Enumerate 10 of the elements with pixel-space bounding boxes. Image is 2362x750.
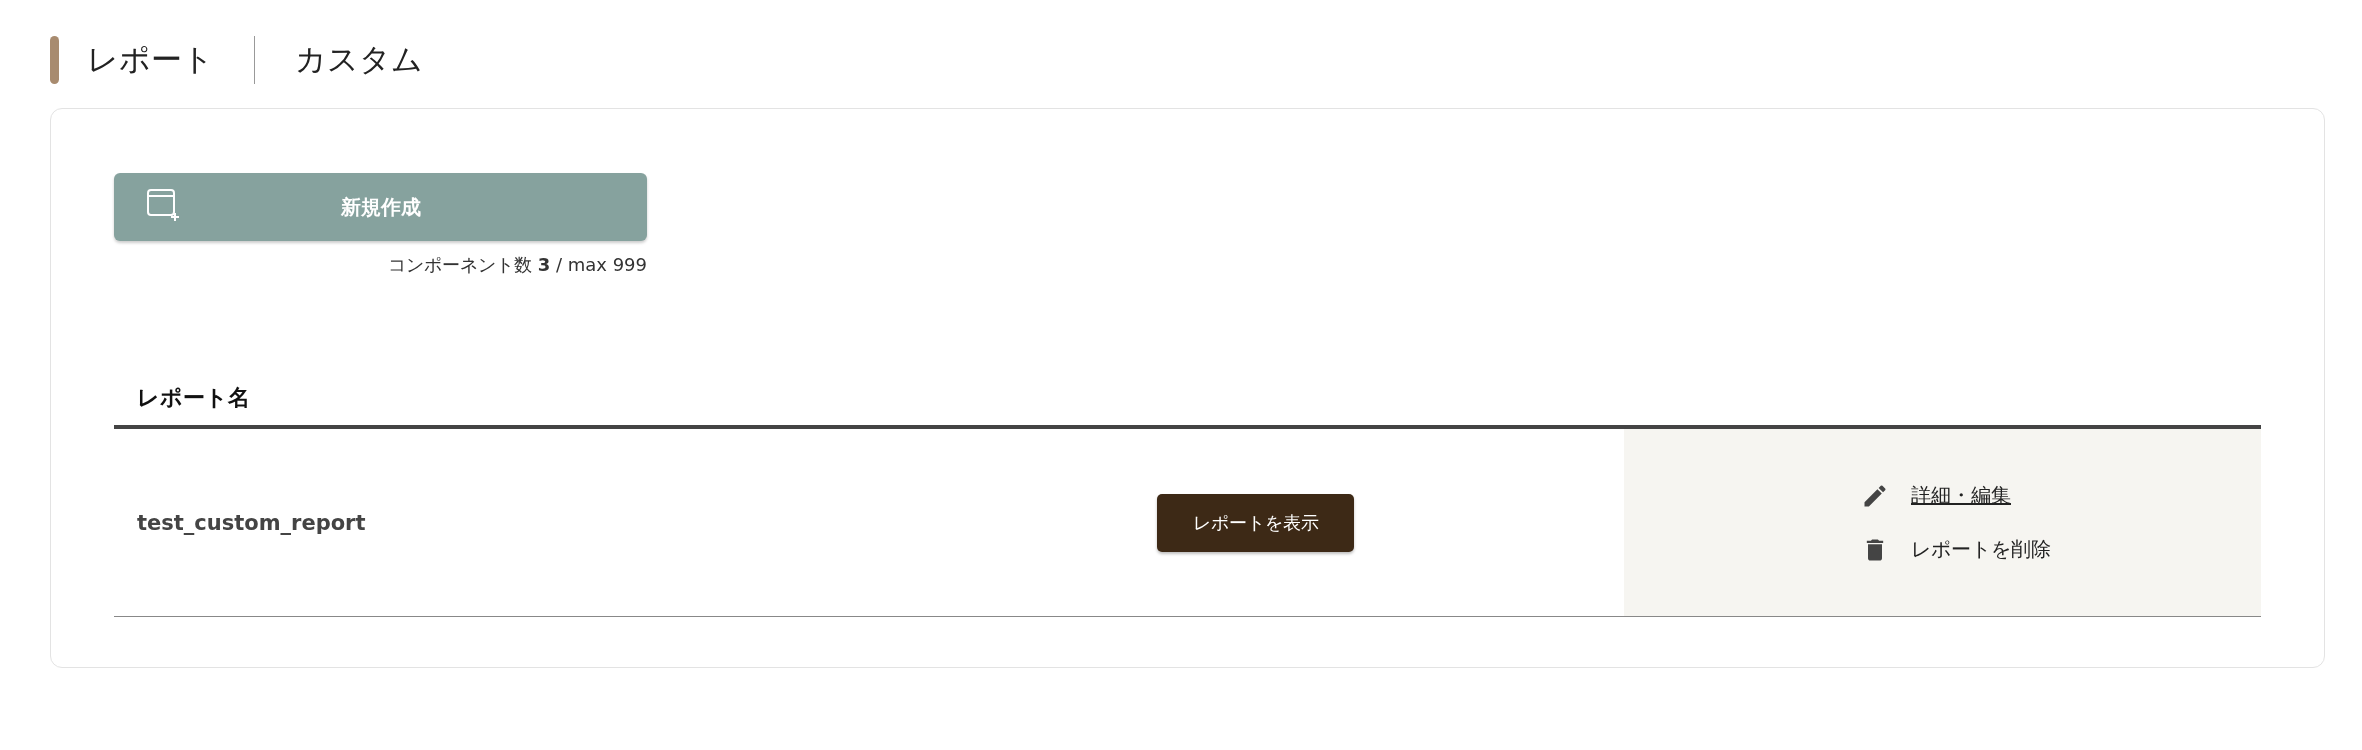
- breadcrumb-item: レポート: [87, 40, 214, 79]
- component-count: コンポーネント数 3 / max 999: [387, 253, 647, 277]
- window-plus-icon: [146, 188, 180, 222]
- column-header: レポート名: [137, 385, 250, 410]
- view-report-button[interactable]: レポートを表示: [1157, 493, 1354, 552]
- report-name: test_custom_report: [136, 510, 367, 535]
- accent-bar: [50, 36, 59, 84]
- breadcrumb-item: カスタム: [295, 40, 423, 79]
- delete-link[interactable]: レポートを削除: [1911, 536, 2051, 563]
- edit-link[interactable]: 詳細・編集: [1911, 482, 2011, 509]
